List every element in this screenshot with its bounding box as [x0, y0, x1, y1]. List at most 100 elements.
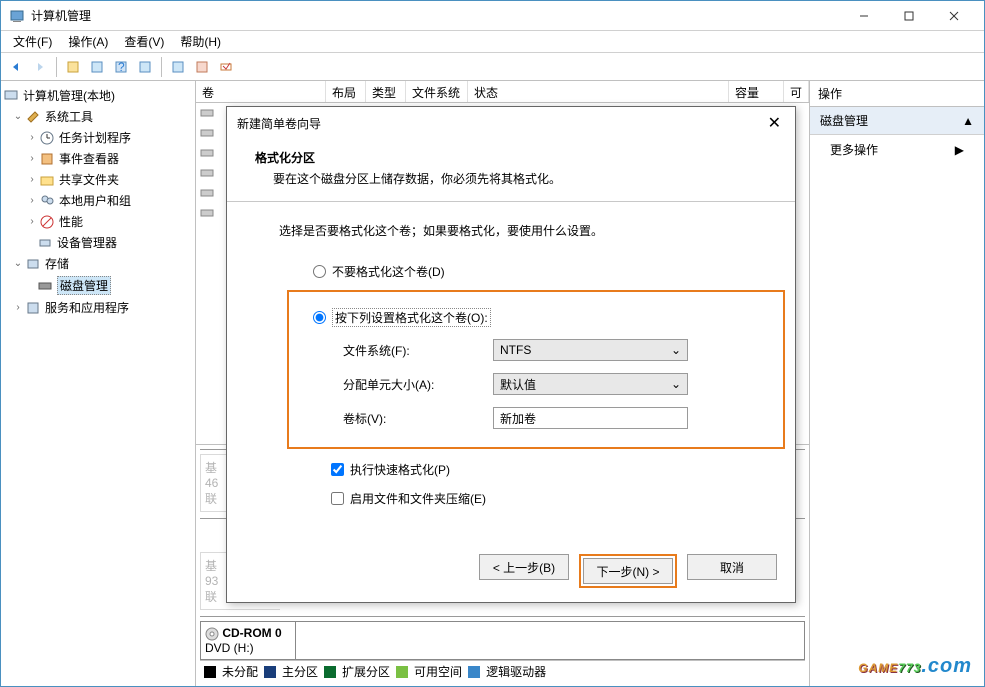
cancel-button[interactable]: 取消 [687, 554, 777, 580]
col-type[interactable]: 类型 [366, 81, 406, 102]
next-button[interactable]: 下一步(N) > [583, 558, 673, 584]
toolbar-icon[interactable] [62, 56, 84, 78]
back-button[interactable] [5, 56, 27, 78]
tree-label: 性能 [59, 213, 83, 230]
col-status[interactable]: 状态 [468, 81, 729, 102]
row-allocation: 分配单元大小(A): 默认值 ⌄ [343, 373, 773, 395]
wizard-button-row: < 上一步(B) 下一步(N) > 取消 [227, 540, 795, 602]
actions-disk-management[interactable]: 磁盘管理 ▲ [810, 107, 984, 135]
tree-label: 服务和应用程序 [45, 299, 129, 316]
menubar: 文件(F) 操作(A) 查看(V) 帮助(H) [1, 31, 984, 53]
legend: 未分配 主分区 扩展分区 可用空间 逻辑驱动器 [200, 660, 805, 682]
checkbox-input[interactable] [331, 492, 344, 505]
col-filesystem[interactable]: 文件系统 [406, 81, 468, 102]
tree-storage[interactable]: ⌄ 存储 [3, 253, 193, 274]
allocation-select[interactable]: 默认值 ⌄ [493, 373, 688, 395]
tree-device-manager[interactable]: 设备管理器 [3, 232, 193, 253]
checkbox-compression[interactable]: 启用文件和文件夹压缩(E) [331, 490, 755, 507]
collapse-icon: ▲ [962, 114, 974, 128]
back-button[interactable]: < 上一步(B) [479, 554, 569, 580]
clock-icon [39, 130, 55, 146]
radio-no-format[interactable]: 不要格式化这个卷(D) [313, 263, 755, 280]
wizard-intro: 选择是否要格式化这个卷；如果要格式化，要使用什么设置。 [279, 222, 755, 239]
storage-icon [25, 256, 41, 272]
expander-icon[interactable]: › [25, 132, 39, 143]
tree-label: 存储 [45, 255, 69, 272]
tree-label: 共享文件夹 [59, 171, 119, 188]
actions-more[interactable]: 更多操作 ▶ [810, 135, 984, 164]
wizard-dialog: 新建简单卷向导 ✕ 格式化分区 要在这个磁盘分区上储存数据，你必须先将其格式化。… [226, 106, 796, 603]
filesystem-select[interactable]: NTFS ⌄ [493, 339, 688, 361]
tree-performance[interactable]: › 性能 [3, 211, 193, 232]
expander-icon[interactable]: ⌄ [11, 111, 25, 122]
tree-disk-management[interactable]: 磁盘管理 [3, 274, 193, 297]
event-icon [39, 151, 55, 167]
col-free[interactable]: 可 [784, 81, 809, 102]
services-icon [25, 300, 41, 316]
actions-header: 操作 [810, 81, 984, 107]
maximize-button[interactable] [886, 1, 931, 31]
toolbar-divider [161, 57, 162, 77]
checkbox-input[interactable] [331, 463, 344, 476]
toolbar-icon[interactable] [215, 56, 237, 78]
radio-format[interactable]: 按下列设置格式化这个卷(O): [313, 308, 773, 327]
no-entry-icon [39, 214, 55, 230]
menu-help[interactable]: 帮助(H) [172, 31, 229, 52]
tree-services-apps[interactable]: › 服务和应用程序 [3, 297, 193, 318]
wizard-subheading: 要在这个磁盘分区上储存数据，你必须先将其格式化。 [255, 170, 775, 187]
wizard-titlebar: 新建简单卷向导 ✕ [227, 107, 795, 139]
computer-icon [3, 88, 19, 104]
tree-label: 计算机管理(本地) [23, 87, 115, 104]
tree-root[interactable]: 计算机管理(本地) [3, 85, 193, 106]
svg-text:?: ? [118, 60, 125, 74]
cdrom-icon [205, 627, 219, 641]
wizard-body: 选择是否要格式化这个卷；如果要格式化，要使用什么设置。 不要格式化这个卷(D) … [227, 202, 795, 540]
users-icon [39, 193, 55, 209]
forward-button[interactable] [29, 56, 51, 78]
arrow-right-icon: ▶ [955, 143, 964, 157]
sidebar-tree: 计算机管理(本地) ⌄ 系统工具 › 任务计划程序 › 事件查看器 › 共享文件… [1, 81, 196, 686]
volume-label-input[interactable]: 新加卷 [493, 407, 688, 429]
tree-system-tools[interactable]: ⌄ 系统工具 [3, 106, 193, 127]
cdrom-block[interactable]: CD-ROM 0 DVD (H:) [200, 621, 805, 660]
toolbar-icon[interactable] [86, 56, 108, 78]
toolbar: ? [1, 53, 984, 81]
menu-file[interactable]: 文件(F) [5, 31, 60, 52]
filesystem-label: 文件系统(F): [343, 342, 493, 359]
tree-event-viewer[interactable]: › 事件查看器 [3, 148, 193, 169]
volume-icon [200, 106, 214, 120]
cdrom-drive: DVD (H:) [205, 641, 254, 655]
tools-icon [25, 109, 41, 125]
watermark: GAME773.com [858, 646, 972, 680]
wizard-heading: 格式化分区 [255, 149, 775, 166]
format-options-highlight: 按下列设置格式化这个卷(O): 文件系统(F): NTFS ⌄ 分配单元大小(A… [287, 290, 785, 449]
tree-local-users[interactable]: › 本地用户和组 [3, 190, 193, 211]
menu-action[interactable]: 操作(A) [60, 31, 116, 52]
minimize-button[interactable] [841, 1, 886, 31]
toolbar-icon[interactable] [191, 56, 213, 78]
tree-label: 事件查看器 [59, 150, 119, 167]
toolbar-icon[interactable] [167, 56, 189, 78]
tree-label: 系统工具 [45, 108, 93, 125]
tree-task-scheduler[interactable]: › 任务计划程序 [3, 127, 193, 148]
window-title: 计算机管理 [31, 7, 841, 24]
wizard-close-button[interactable]: ✕ [764, 113, 785, 133]
shared-folder-icon [39, 172, 55, 188]
menu-view[interactable]: 查看(V) [116, 31, 172, 52]
actions-pane: 操作 磁盘管理 ▲ 更多操作 ▶ [809, 81, 984, 686]
radio-input[interactable] [313, 265, 326, 278]
radio-input[interactable] [313, 311, 326, 324]
close-button[interactable] [931, 1, 976, 31]
help-icon[interactable]: ? [110, 56, 132, 78]
col-volume[interactable]: 卷 [196, 81, 326, 102]
tree-shared-folders[interactable]: › 共享文件夹 [3, 169, 193, 190]
cdrom-name: CD-ROM 0 [222, 626, 281, 640]
row-volume-label: 卷标(V): 新加卷 [343, 407, 773, 429]
app-icon [9, 8, 25, 24]
col-layout[interactable]: 布局 [326, 81, 366, 102]
checkbox-quick-format[interactable]: 执行快速格式化(P) [331, 461, 755, 478]
col-capacity[interactable]: 容量 [729, 81, 784, 102]
row-filesystem: 文件系统(F): NTFS ⌄ [343, 339, 773, 361]
toolbar-icon[interactable] [134, 56, 156, 78]
tree-label: 设备管理器 [57, 234, 117, 251]
